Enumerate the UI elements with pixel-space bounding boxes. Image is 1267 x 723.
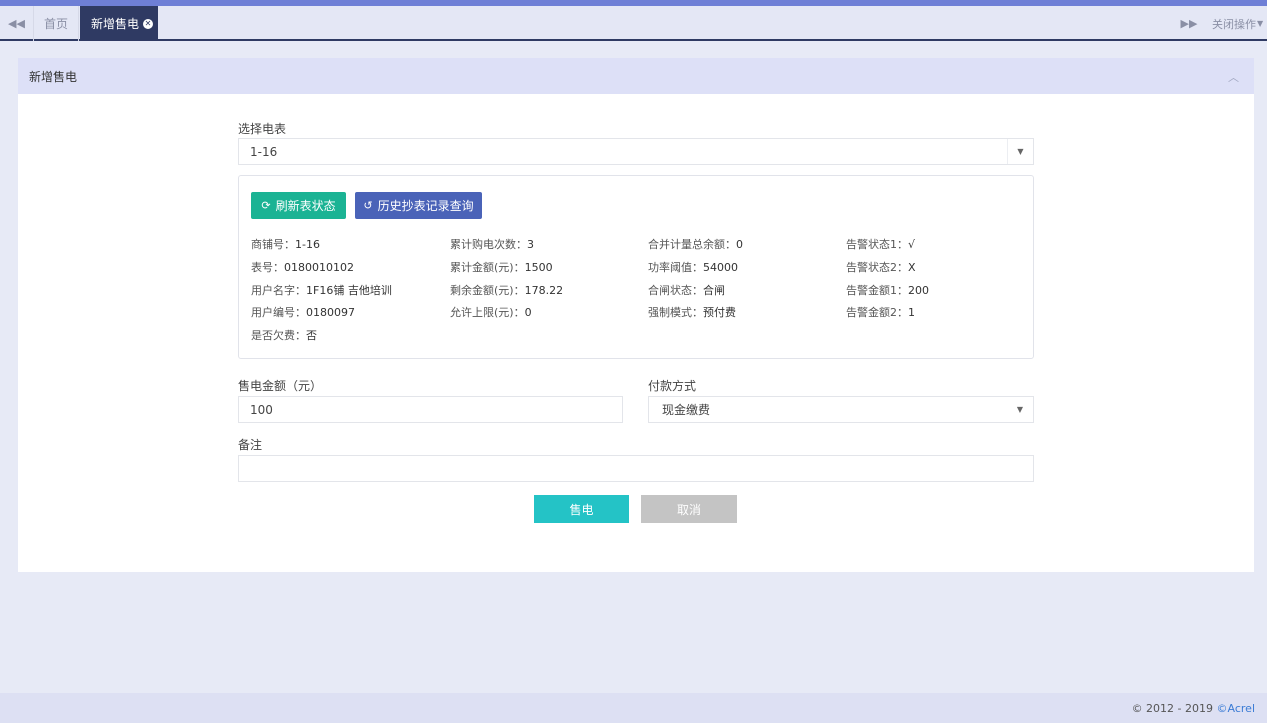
caret-down-icon: ▼	[1257, 19, 1264, 28]
close-ops-label: 关闭操作	[1212, 17, 1256, 31]
refresh-label: 刷新表状态	[275, 199, 336, 213]
amount-label: 售电金额（元）	[238, 379, 323, 393]
refresh-status-button[interactable]: ⟳ 刷新表状态	[251, 192, 346, 219]
info-alarm-amount-2: 告警金额2：1	[846, 306, 915, 319]
info-alarm-status-2: 告警状态2：X	[846, 261, 916, 274]
tab-bar: ◀◀ 首页 新增售电 ✕ ▶▶ 关闭操作 ▼	[0, 6, 1267, 41]
meter-select[interactable]: 1-16 ▼	[238, 138, 1034, 165]
info-alarm-amount-1: 告警金额1：200	[846, 284, 929, 297]
double-chevron-left-icon: ◀◀	[8, 17, 25, 30]
remark-label: 备注	[238, 438, 263, 452]
info-upper-limit: 允许上限(元)：0	[450, 306, 532, 319]
info-meter-no: 表号：0180010102	[251, 261, 354, 274]
panel-title: 新增售电	[29, 69, 78, 84]
amount-input[interactable]: 100	[238, 396, 623, 423]
info-shop-no: 商铺号：1-16	[251, 238, 320, 251]
footer: © 2012 - 2019 ©Acrel	[0, 693, 1267, 723]
info-arrears: 是否欠费：否	[251, 329, 317, 342]
payment-method-value: 现金缴费	[662, 403, 711, 417]
remark-input[interactable]	[238, 455, 1034, 482]
info-total-amount: 累计金额(元)：1500	[450, 261, 553, 274]
tab-new-sale[interactable]: 新增售电 ✕	[80, 6, 158, 41]
brand-link[interactable]: ©Acrel	[1217, 702, 1255, 715]
chevron-up-icon[interactable]: ︿	[1228, 69, 1239, 85]
cancel-button[interactable]: 取消	[641, 495, 737, 523]
close-operations-dropdown[interactable]: 关闭操作 ▼	[1212, 6, 1267, 41]
info-power-threshold: 功率阈值：54000	[648, 261, 738, 274]
refresh-icon: ⟳	[261, 199, 271, 212]
info-remaining-amount: 剩余金额(元)：178.22	[450, 284, 564, 297]
info-alarm-status-1: 告警状态1：√	[846, 238, 916, 251]
info-force-mode: 强制模式：预付费	[648, 306, 736, 319]
double-chevron-right-icon: ▶▶	[1180, 17, 1198, 30]
meter-select-value: 1-16	[250, 144, 278, 159]
history-icon: ↺	[363, 199, 373, 212]
payment-method-label: 付款方式	[648, 379, 697, 393]
meter-status-box: ⟳ 刷新表状态 ↺ 历史抄表记录查询 商铺号：1-16 表号：018001010…	[238, 175, 1034, 359]
tab-scroll-left-button[interactable]: ◀◀	[0, 6, 34, 41]
history-label: 历史抄表记录查询	[377, 199, 474, 213]
caret-down-icon: ▼	[1007, 139, 1033, 164]
copyright-years: © 2012 - 2019	[1131, 702, 1217, 715]
history-readings-button[interactable]: ↺ 历史抄表记录查询	[355, 192, 482, 219]
close-circle-icon[interactable]: ✕	[143, 18, 154, 29]
meter-select-label: 选择电表	[238, 122, 287, 136]
sell-button[interactable]: 售电	[534, 495, 629, 523]
tab-scroll-right-button[interactable]: ▶▶	[1174, 6, 1204, 41]
info-user-name: 用户名字：1F16铺 吉他培训	[251, 284, 392, 297]
tab-home[interactable]: 首页	[34, 6, 79, 41]
caret-down-icon: ▼	[1016, 405, 1024, 414]
panel-header: 新增售电 ︿	[18, 58, 1254, 94]
new-sale-panel: 新增售电 ︿ 选择电表 1-16 ▼ ⟳ 刷新表状态 ↺ 历史抄表记录查询 商铺…	[18, 58, 1254, 572]
copyright-text: © 2012 - 2019 ©Acrel	[1132, 702, 1255, 715]
tab-label: 新增售电	[91, 17, 140, 31]
info-purchase-count: 累计购电次数：3	[450, 238, 534, 251]
info-combined-balance: 合并计量总余额：0	[648, 238, 743, 251]
info-user-id: 用户编号：0180097	[251, 306, 355, 319]
payment-method-select[interactable]: 现金缴费 ▼	[648, 396, 1034, 423]
amount-input-value: 100	[250, 402, 273, 417]
info-switch-status: 合闸状态：合闸	[648, 284, 725, 297]
